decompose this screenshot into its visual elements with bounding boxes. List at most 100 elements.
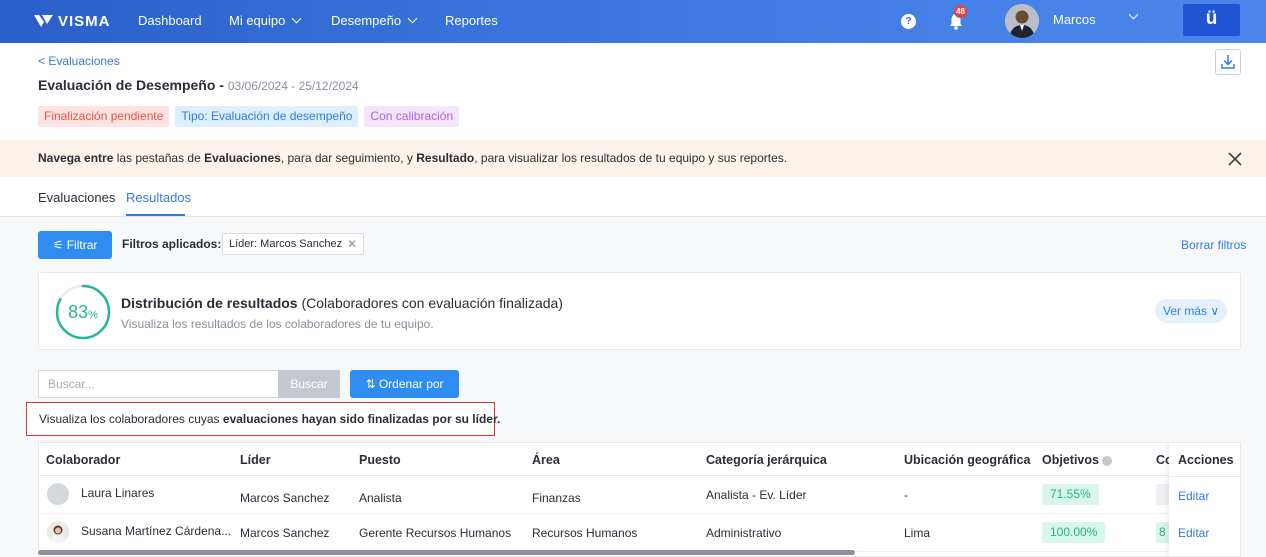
nav-desempeno-label: Desempeño: [331, 13, 402, 28]
nav-mi-equipo-label: Mi equipo: [229, 13, 286, 28]
co-badge: 8: [1156, 522, 1170, 543]
tab-evaluaciones[interactable]: Evaluaciones: [38, 190, 115, 205]
actions-divider: [1169, 476, 1240, 477]
user-photo-icon: [47, 521, 69, 543]
cell-lider: Marcos Sanchez: [240, 491, 330, 505]
horizontal-scrollbar[interactable]: [38, 550, 855, 555]
cell-lider: Marcos Sanchez: [240, 526, 330, 540]
page-title-text: Evaluación de Desempeño -: [38, 77, 224, 93]
cell-categoria: Analista - Ev. Líder: [706, 488, 807, 502]
cell-area: Finanzas: [532, 491, 581, 505]
user-name[interactable]: Marcos: [1053, 12, 1096, 27]
completion-percent-unit: %: [88, 309, 98, 321]
cell-puesto: Gerente Recursos Humanos: [359, 526, 512, 540]
avatar: [47, 483, 69, 505]
col-header-puesto[interactable]: Puesto: [359, 453, 401, 467]
back-to-evaluaciones-link[interactable]: < Evaluaciones: [38, 54, 120, 68]
cell-ubicacion: -: [904, 488, 908, 502]
col-header-lider[interactable]: Líder: [240, 453, 271, 467]
tab-resultados[interactable]: Resultados: [126, 190, 191, 205]
close-icon[interactable]: [1227, 151, 1243, 167]
info-text-normal: Visualiza los colaboradores cuyas: [39, 412, 223, 426]
visma-logo-mark-icon: [34, 15, 53, 27]
user-menu-chevron-icon[interactable]: [1128, 9, 1139, 20]
cell-categoria: Administrativo: [706, 526, 782, 540]
notification-count-badge: 48: [954, 5, 967, 18]
calibration-badge: Con calibración: [364, 106, 460, 127]
filter-chip-lider[interactable]: Líder: Marcos Sanchez ✕: [222, 233, 365, 255]
sort-button-label: Ordenar por: [378, 377, 444, 391]
filter-chip-label: Líder: Marcos Sanchez: [229, 238, 343, 250]
evaluation-dates: 03/06/2024 - 25/12/2024: [227, 79, 359, 93]
distribution-title-bold: Distribución de resultados: [121, 295, 298, 311]
distribution-card: [38, 272, 1241, 350]
banner-text-bold-1: Navega entre: [38, 151, 114, 165]
finalized-info-text: Visualiza los colaboradores cuyas evalua…: [39, 412, 500, 426]
top-navigation-bar: VISMA Dashboard Mi equipo Desempeño Repo…: [0, 0, 1266, 43]
completion-percent-value: 83: [68, 302, 89, 322]
nav-reportes[interactable]: Reportes: [445, 13, 498, 28]
banner-text-bold-3: Resultado: [416, 151, 475, 165]
search-button[interactable]: Buscar: [278, 370, 340, 398]
col-header-area[interactable]: Área: [532, 453, 560, 467]
finalized-info-box: Visualiza los colaboradores cuyas evalua…: [26, 402, 500, 436]
filter-button[interactable]: ⚟ Filtrar: [38, 231, 112, 259]
user-photo-icon: [1005, 4, 1039, 38]
filter-icon: ⚟: [52, 238, 67, 252]
cell-ubicacion: Lima: [904, 526, 931, 540]
col-header-ubicacion[interactable]: Ubicación geográfica: [904, 453, 1030, 467]
sort-button[interactable]: ⇅ Ordenar por: [350, 370, 459, 398]
active-tab-indicator: [126, 214, 185, 216]
table-row[interactable]: Laura Linares Marcos Sanchez Analista Fi…: [39, 476, 1240, 514]
status-badge-pending: Finalización pendiente: [38, 106, 170, 127]
distribution-title: Distribución de resultados (Colaboradore…: [121, 295, 563, 311]
distribution-title-rest: (Colaboradores con evaluación finalizada…: [297, 295, 563, 311]
nav-mi-equipo[interactable]: Mi equipo: [229, 13, 302, 28]
col-header-colaborador[interactable]: Colaborador: [46, 453, 120, 467]
user-avatar[interactable]: [1005, 4, 1039, 38]
results-table: Colaborador Líder Puesto Área Categoría …: [38, 442, 1241, 557]
info-icon[interactable]: [1102, 455, 1113, 466]
co-badge: [1156, 484, 1170, 505]
ver-mas-button[interactable]: Ver más ∨: [1155, 299, 1228, 323]
download-button[interactable]: [1215, 49, 1241, 75]
banner-text-6: , para visualizar los resultados de tu e…: [474, 151, 788, 165]
tab-bar: Evaluaciones Resultados: [0, 178, 1266, 217]
logo-text: VISMA: [58, 12, 111, 30]
completion-percent: 83%: [54, 302, 112, 323]
app-switcher-button[interactable]: ü: [1183, 4, 1240, 36]
filter-button-label: Filtrar: [66, 238, 98, 252]
cell-colaborador[interactable]: Laura Linares: [81, 486, 154, 500]
edit-link[interactable]: Editar: [1178, 526, 1209, 540]
cell-area: Recursos Humanos: [532, 526, 638, 540]
search-input[interactable]: [38, 370, 278, 398]
table-row[interactable]: Susana Martínez Cárdena... Marcos Sanche…: [39, 514, 1240, 552]
nav-desempeno[interactable]: Desempeño: [331, 13, 418, 28]
page-title: Evaluación de Desempeño - 03/06/2024 - 2…: [38, 77, 359, 93]
col-header-objetivos[interactable]: Objetivos: [1042, 453, 1113, 467]
download-icon: [1221, 55, 1235, 69]
info-banner: Navega entre las pestañas de Evaluacione…: [0, 140, 1266, 177]
cell-colaborador[interactable]: Susana Martínez Cárdena...: [81, 524, 231, 538]
remove-filter-icon[interactable]: ✕: [347, 234, 357, 254]
nav-dashboard-label: Dashboard: [138, 13, 202, 28]
edit-link[interactable]: Editar: [1178, 489, 1209, 503]
table-header-row: Colaborador Líder Puesto Área Categoría …: [39, 443, 1240, 476]
help-icon[interactable]: ?: [901, 14, 916, 29]
visma-logo[interactable]: VISMA: [34, 11, 111, 31]
col-header-categoria[interactable]: Categoría jerárquica: [706, 453, 827, 467]
sort-icon: ⇅: [365, 377, 379, 391]
distribution-subtitle: Visualiza los resultados de los colabora…: [121, 317, 434, 331]
type-badge: Tipo: Evaluación de desempeño: [175, 106, 359, 127]
nav-reportes-label: Reportes: [445, 13, 498, 28]
clear-filters-link[interactable]: Borrar filtros: [1181, 238, 1246, 252]
nav-dashboard[interactable]: Dashboard: [138, 13, 202, 28]
chevron-down-icon: [407, 13, 418, 24]
applied-filters-label: Filtros aplicados:: [122, 237, 222, 251]
objetivos-badge: 100.00%: [1042, 522, 1106, 543]
cell-puesto: Analista: [359, 491, 402, 505]
banner-text: Navega entre las pestañas de Evaluacione…: [38, 151, 787, 165]
col-header-acciones: Acciones: [1178, 453, 1234, 467]
avatar: [47, 521, 69, 543]
chevron-down-icon: [291, 13, 302, 24]
